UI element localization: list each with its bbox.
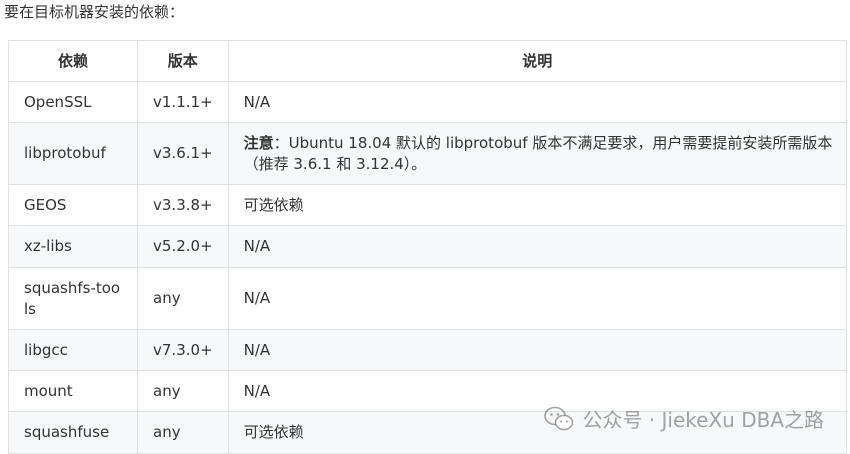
description-cell: N/A bbox=[227, 225, 848, 268]
dependencies-table: 依赖 版本 说明 OpenSSL v1.1.1+ N/A libprotobuf… bbox=[8, 40, 848, 454]
description-cell: N/A bbox=[227, 81, 848, 123]
version-cell: any bbox=[137, 267, 229, 330]
table-row: OpenSSL v1.1.1+ N/A bbox=[8, 81, 848, 123]
note-text: ：Ubuntu 18.04 默认的 libprotobuf 版本不满足要求，用户… bbox=[243, 133, 833, 173]
version-cell: v5.2.0+ bbox=[137, 225, 229, 268]
version-cell: v3.6.1+ bbox=[137, 122, 229, 185]
dependency-cell: OpenSSL bbox=[8, 81, 138, 123]
version-cell: v3.3.8+ bbox=[137, 184, 229, 226]
description-cell: N/A bbox=[227, 329, 848, 371]
version-cell: any bbox=[137, 411, 229, 454]
dependency-cell: GEOS bbox=[8, 184, 138, 226]
description-cell: 注意：Ubuntu 18.04 默认的 libprotobuf 版本不满足要求，… bbox=[227, 122, 848, 185]
dependency-cell: squashfuse bbox=[8, 411, 138, 454]
header-description: 说明 bbox=[227, 40, 848, 82]
version-cell: any bbox=[137, 370, 229, 412]
dependency-cell: squashfs-tools bbox=[8, 267, 138, 330]
table-row: libgcc v7.3.0+ N/A bbox=[8, 329, 848, 371]
description-cell: 可选依赖 bbox=[227, 411, 848, 454]
table-row: squashfuse any 可选依赖 bbox=[8, 411, 848, 454]
header-dependency: 依赖 bbox=[8, 40, 138, 82]
intro-text: 要在目标机器安装的依赖： bbox=[4, 3, 185, 21]
description-cell: N/A bbox=[227, 267, 848, 330]
dependency-cell: libprotobuf bbox=[8, 122, 138, 185]
table-header-row: 依赖 版本 说明 bbox=[8, 40, 848, 82]
dependency-cell: libgcc bbox=[8, 329, 138, 371]
table-row: xz-libs v5.2.0+ N/A bbox=[8, 225, 848, 268]
table-row: mount any N/A bbox=[8, 370, 848, 412]
dependency-cell: mount bbox=[8, 370, 138, 412]
version-cell: v7.3.0+ bbox=[137, 329, 229, 371]
table-row: GEOS v3.3.8+ 可选依赖 bbox=[8, 184, 848, 226]
dependency-cell: xz-libs bbox=[8, 225, 138, 268]
header-version: 版本 bbox=[137, 40, 229, 82]
description-cell: N/A bbox=[227, 370, 848, 412]
version-cell: v1.1.1+ bbox=[137, 81, 229, 123]
description-cell: 可选依赖 bbox=[227, 184, 848, 226]
table-row: libprotobuf v3.6.1+ 注意：Ubuntu 18.04 默认的 … bbox=[8, 122, 848, 185]
table-row: squashfs-tools any N/A bbox=[8, 267, 848, 330]
note-label: 注意 bbox=[243, 133, 274, 152]
